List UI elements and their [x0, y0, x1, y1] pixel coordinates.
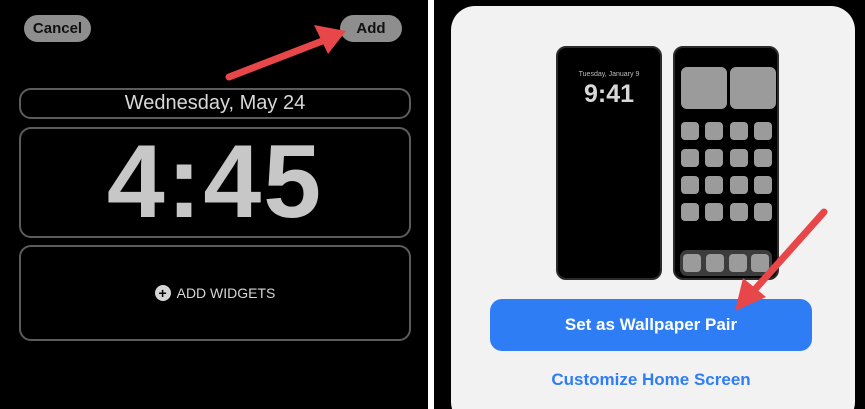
add-widgets-button[interactable]: + ADD WIDGETS — [19, 245, 411, 341]
widget-placeholder — [730, 67, 776, 109]
add-widgets-label: ADD WIDGETS — [176, 285, 276, 301]
clock-display[interactable]: 4:45 — [19, 124, 411, 240]
app-icon-placeholder — [681, 203, 699, 221]
app-icon-placeholder — [730, 149, 748, 167]
app-icon-placeholder — [681, 149, 699, 167]
lock-screen-editor: Cancel Add Wednesday, May 24 4:45 + ADD … — [0, 0, 428, 409]
dock-icon-placeholder — [751, 254, 769, 272]
app-icon-placeholder — [754, 149, 772, 167]
set-as-wallpaper-pair-button[interactable]: Set as Wallpaper Pair — [490, 299, 812, 351]
widget-placeholder — [681, 67, 727, 109]
dock — [680, 250, 772, 276]
app-icon-placeholder — [754, 203, 772, 221]
app-icon-placeholder — [754, 122, 772, 140]
app-icon-placeholder — [705, 176, 723, 194]
date-widget[interactable]: Wednesday, May 24 — [19, 88, 411, 119]
home-screen-preview — [673, 46, 779, 280]
preview-time: 9:41 — [583, 80, 635, 108]
customize-home-screen-link[interactable]: Customize Home Screen — [490, 368, 812, 392]
wallpaper-pair-panel: Tuesday, January 9 9:41 Set as Wallpaper… — [434, 0, 865, 409]
app-icon-placeholder — [681, 122, 699, 140]
app-icon-placeholder — [705, 149, 723, 167]
cancel-button[interactable]: Cancel — [24, 15, 91, 42]
app-icon-placeholder — [730, 203, 748, 221]
preview-date: Tuesday, January 9 — [578, 71, 640, 78]
plus-circle-icon: + — [154, 285, 171, 301]
app-icon-placeholder — [730, 176, 748, 194]
app-icon-placeholder — [705, 203, 723, 221]
app-icon-placeholder — [705, 122, 723, 140]
app-icon-placeholder — [730, 122, 748, 140]
lock-screen-preview: Tuesday, January 9 9:41 — [556, 46, 662, 280]
dock-icon-placeholder — [706, 254, 724, 272]
app-icon-placeholder — [754, 176, 772, 194]
home-screen-grid — [675, 48, 777, 278]
app-icon-placeholder — [681, 176, 699, 194]
dock-icon-placeholder — [729, 254, 747, 272]
dock-icon-placeholder — [683, 254, 701, 272]
add-button[interactable]: Add — [340, 15, 402, 42]
